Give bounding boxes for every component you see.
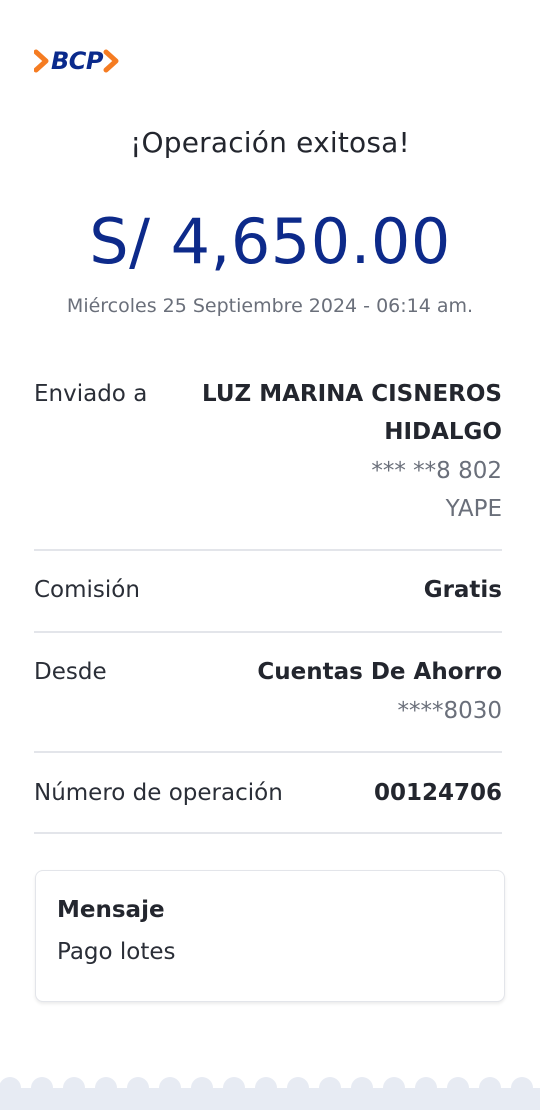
logo-text: BCP bbox=[51, 47, 104, 75]
transfer-amount: S/ 4,650.00 bbox=[89, 205, 451, 278]
scallop-bump bbox=[159, 1077, 181, 1099]
scallop-bump bbox=[447, 1077, 469, 1099]
scallop-bump bbox=[127, 1077, 149, 1099]
operation-number-value: 00124706 bbox=[373, 780, 502, 806]
bcp-logo: BCP bbox=[34, 46, 120, 76]
message-body: Pago lotes bbox=[57, 939, 176, 965]
commission-label: Comisión bbox=[34, 577, 140, 603]
message-card: Mensaje Pago lotes bbox=[35, 870, 505, 1002]
recipient-phone: *** **8 802 bbox=[371, 458, 502, 484]
divider bbox=[34, 549, 502, 551]
scallop-bump bbox=[287, 1077, 309, 1099]
scallop-bump bbox=[0, 1077, 21, 1099]
sent-to-label: Enviado a bbox=[34, 381, 148, 407]
logo-right-chevron-icon bbox=[103, 49, 119, 73]
from-account-type: Cuentas De Ahorro bbox=[257, 659, 502, 685]
scallop-bump bbox=[383, 1077, 405, 1099]
scallop-bump bbox=[319, 1077, 341, 1099]
scallop-bump bbox=[415, 1077, 437, 1099]
scallop-bump bbox=[511, 1077, 533, 1099]
operation-number-label: Número de operación bbox=[34, 780, 283, 806]
divider bbox=[34, 751, 502, 753]
transfer-datetime: Miércoles 25 Septiembre 2024 - 06:14 am. bbox=[66, 295, 474, 317]
scallop-bump bbox=[63, 1077, 85, 1099]
scallop-bump bbox=[255, 1077, 277, 1099]
logo-left-chevron-icon bbox=[34, 49, 49, 73]
message-title: Mensaje bbox=[57, 897, 165, 923]
scallop-bump bbox=[31, 1077, 53, 1099]
scallop-bump bbox=[95, 1077, 117, 1099]
recipient-name-line1: LUZ MARINA CISNEROS bbox=[202, 381, 502, 407]
receipt-scalloped-edge bbox=[0, 1077, 540, 1110]
recipient-channel: YAPE bbox=[445, 496, 502, 522]
scallop-bump bbox=[223, 1077, 245, 1099]
divider bbox=[34, 631, 502, 633]
scallop-bump bbox=[351, 1077, 373, 1099]
divider bbox=[34, 832, 502, 834]
success-title: ¡Operación exitosa! bbox=[130, 126, 410, 159]
scallop-bump bbox=[191, 1077, 213, 1099]
from-account-number: ****8030 bbox=[397, 698, 502, 724]
scallop-bump bbox=[479, 1077, 501, 1099]
commission-value: Gratis bbox=[423, 577, 502, 603]
recipient-name-line2: HIDALGO bbox=[384, 419, 502, 445]
from-label: Desde bbox=[34, 659, 107, 685]
